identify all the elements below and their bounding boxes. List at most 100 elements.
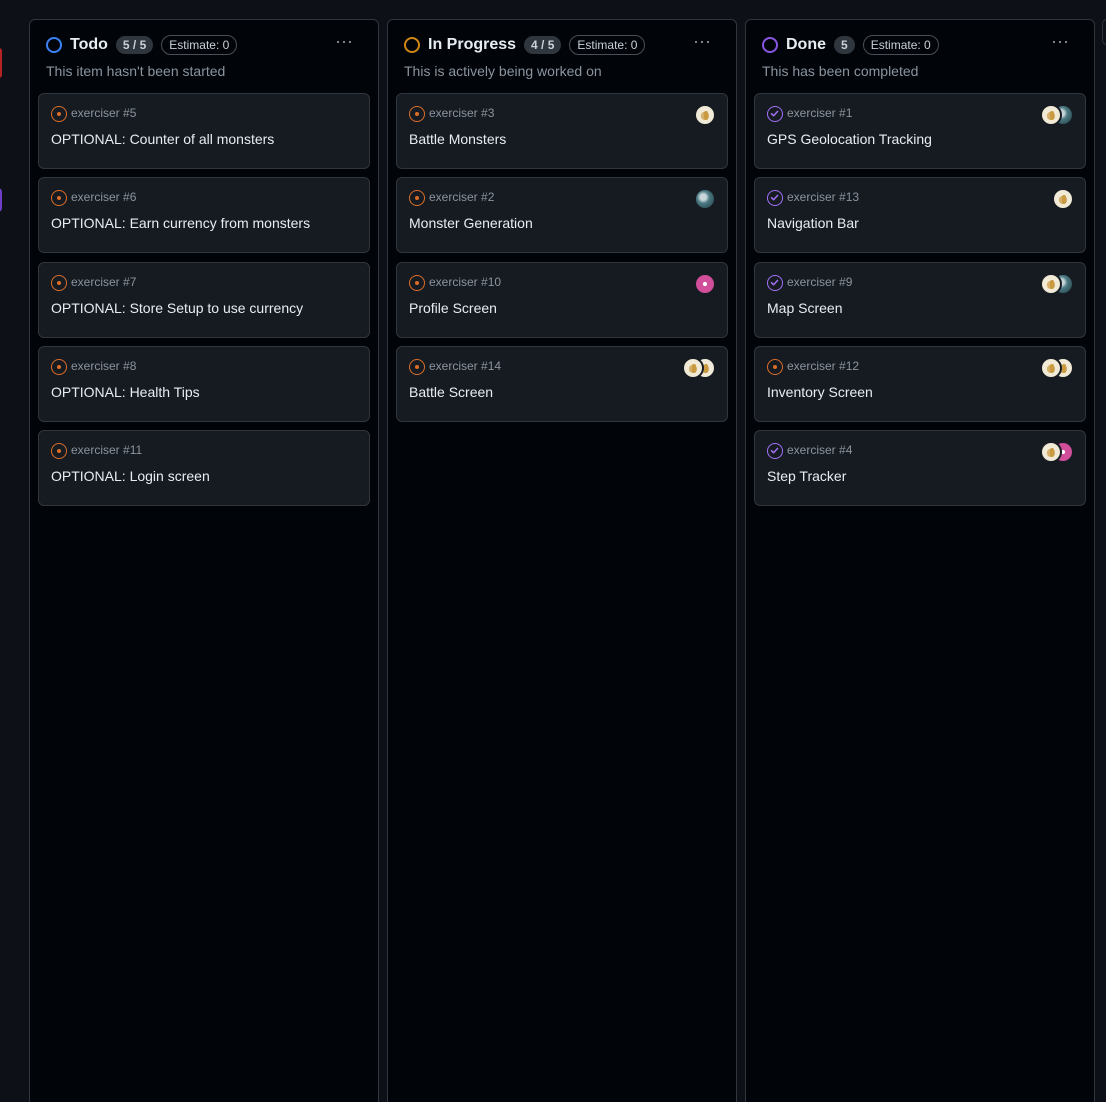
issue-title[interactable]: Battle Monsters	[409, 131, 506, 147]
issue-title[interactable]: Map Screen	[767, 300, 842, 316]
issue-card[interactable]: exerciser #11 OPTIONAL: Login screen	[38, 430, 370, 507]
item-count-badge: 5	[834, 36, 855, 54]
issue-card[interactable]: exerciser #13 Navigation Bar	[754, 177, 1086, 254]
issue-card[interactable]: exerciser #2 Monster Generation	[396, 177, 728, 254]
issue-reference[interactable]: exerciser #6	[71, 190, 136, 204]
issue-card[interactable]: exerciser #4 Step Tracker	[754, 430, 1086, 507]
status-circle-icon	[404, 37, 420, 53]
issue-card[interactable]: exerciser #12 Inventory Screen	[754, 345, 1086, 422]
card-list: exerciser #1 GPS Geolocation Tracking exer…	[754, 93, 1086, 514]
issue-reference[interactable]: exerciser #7	[71, 275, 136, 289]
column-more-menu-button[interactable]: ···	[332, 32, 356, 52]
column-header: Done 5 Estimate: 0 This has been complet…	[746, 20, 1094, 92]
column-header: Todo 5 / 5 Estimate: 0 This item hasn't …	[30, 20, 378, 92]
card-list: exerciser #5 OPTIONAL: Counter of all mon…	[38, 93, 370, 514]
issue-reference[interactable]: exerciser #14	[429, 359, 501, 373]
assignee-avatars	[694, 188, 716, 211]
column-header: In Progress 4 / 5 Estimate: 0 This is ac…	[388, 20, 736, 92]
issue-open-icon	[409, 106, 425, 122]
issue-card[interactable]: exerciser #7 OPTIONAL: Store Setup to use…	[38, 261, 370, 338]
column-description: This is actively being worked on	[404, 63, 602, 79]
issue-reference[interactable]: exerciser #4	[787, 443, 852, 457]
column-description: This has been completed	[762, 63, 919, 79]
assignee-avatars	[682, 356, 716, 379]
issue-title[interactable]: OPTIONAL: Store Setup to use currency	[51, 300, 303, 316]
card-list: exerciser #3 Battle Monsters exerciser #2 M…	[396, 93, 728, 430]
issue-reference[interactable]: exerciser #2	[429, 190, 494, 204]
issue-title[interactable]: Battle Screen	[409, 384, 493, 400]
issue-reference[interactable]: exerciser #10	[429, 275, 501, 289]
avatar[interactable]	[694, 188, 716, 211]
issue-open-icon	[767, 358, 783, 375]
issue-card[interactable]: exerciser #9 Map Screen	[754, 261, 1086, 338]
avatar[interactable]	[1040, 356, 1062, 379]
assignee-avatars	[694, 272, 716, 295]
issue-open-icon	[51, 106, 67, 122]
issue-title[interactable]: OPTIONAL: Health Tips	[51, 384, 200, 400]
issue-card[interactable]: exerciser #5 OPTIONAL: Counter of all mon…	[38, 93, 370, 169]
next-column-edge	[1102, 19, 1106, 45]
column-more-menu-button[interactable]: ···	[690, 32, 714, 52]
issue-card[interactable]: exerciser #6 OPTIONAL: Earn currency from…	[38, 177, 370, 254]
estimate-badge: Estimate: 0	[569, 35, 646, 55]
estimate-badge: Estimate: 0	[161, 35, 238, 55]
issue-reference[interactable]: exerciser #8	[71, 359, 136, 373]
issue-card[interactable]: exerciser #8 OPTIONAL: Health Tips	[38, 345, 370, 422]
issue-reference[interactable]: exerciser #13	[787, 190, 859, 204]
issue-reference[interactable]: exerciser #3	[429, 106, 494, 120]
issue-title[interactable]: Profile Screen	[409, 300, 497, 316]
edge-fragment-red	[0, 48, 2, 78]
issue-open-icon	[409, 190, 425, 207]
status-circle-icon	[762, 37, 778, 53]
issue-title[interactable]: OPTIONAL: Counter of all monsters	[51, 131, 274, 147]
item-count-badge: 4 / 5	[524, 36, 562, 54]
column-done: Done 5 Estimate: 0 This has been complet…	[745, 19, 1095, 1102]
avatar[interactable]	[1040, 272, 1062, 295]
issue-title[interactable]: OPTIONAL: Earn currency from monsters	[51, 215, 310, 231]
issue-reference[interactable]: exerciser #1	[787, 106, 852, 120]
issue-open-icon	[51, 274, 67, 291]
issue-open-icon	[51, 358, 67, 375]
column-in-progress: In Progress 4 / 5 Estimate: 0 This is ac…	[387, 19, 737, 1102]
issue-open-icon	[51, 443, 67, 460]
avatar[interactable]	[694, 272, 716, 295]
issue-card[interactable]: exerciser #3 Battle Monsters	[396, 93, 728, 169]
issue-closed-icon	[767, 443, 783, 460]
avatar[interactable]	[1052, 188, 1074, 211]
column-title: Todo	[70, 36, 108, 53]
issue-title[interactable]: Navigation Bar	[767, 215, 859, 231]
issue-title[interactable]: Step Tracker	[767, 468, 846, 484]
assignee-avatars	[1052, 188, 1074, 211]
column-more-menu-button[interactable]: ···	[1048, 32, 1072, 52]
status-circle-icon	[46, 37, 62, 53]
issue-card[interactable]: exerciser #10 Profile Screen	[396, 261, 728, 338]
column-title: Done	[786, 36, 826, 53]
column-todo: Todo 5 / 5 Estimate: 0 This item hasn't …	[29, 19, 379, 1102]
column-description: This item hasn't been started	[46, 63, 226, 79]
assignee-avatars	[1040, 441, 1074, 464]
assignee-avatars	[1040, 272, 1074, 295]
issue-closed-icon	[767, 106, 783, 122]
avatar[interactable]	[1040, 104, 1062, 126]
issue-closed-icon	[767, 274, 783, 291]
avatar[interactable]	[694, 104, 716, 126]
issue-open-icon	[51, 190, 67, 207]
issue-open-icon	[409, 274, 425, 291]
issue-reference[interactable]: exerciser #11	[71, 443, 142, 457]
edge-fragment-blue	[0, 188, 2, 212]
issue-reference[interactable]: exerciser #12	[787, 359, 859, 373]
issue-card[interactable]: exerciser #14 Battle Screen	[396, 345, 728, 422]
issue-title[interactable]: OPTIONAL: Login screen	[51, 468, 210, 484]
issue-title[interactable]: GPS Geolocation Tracking	[767, 131, 932, 147]
issue-reference[interactable]: exerciser #5	[71, 106, 136, 120]
project-board: Todo 5 / 5 Estimate: 0 This item hasn't …	[0, 0, 1106, 1102]
estimate-badge: Estimate: 0	[862, 35, 939, 55]
issue-title[interactable]: Inventory Screen	[767, 384, 873, 400]
assignee-avatars	[1040, 104, 1074, 126]
issue-open-icon	[409, 358, 425, 375]
avatar[interactable]	[682, 356, 704, 379]
issue-reference[interactable]: exerciser #9	[787, 275, 852, 289]
assignee-avatars	[694, 104, 716, 126]
issue-card[interactable]: exerciser #1 GPS Geolocation Tracking	[754, 93, 1086, 169]
issue-title[interactable]: Monster Generation	[409, 215, 533, 231]
